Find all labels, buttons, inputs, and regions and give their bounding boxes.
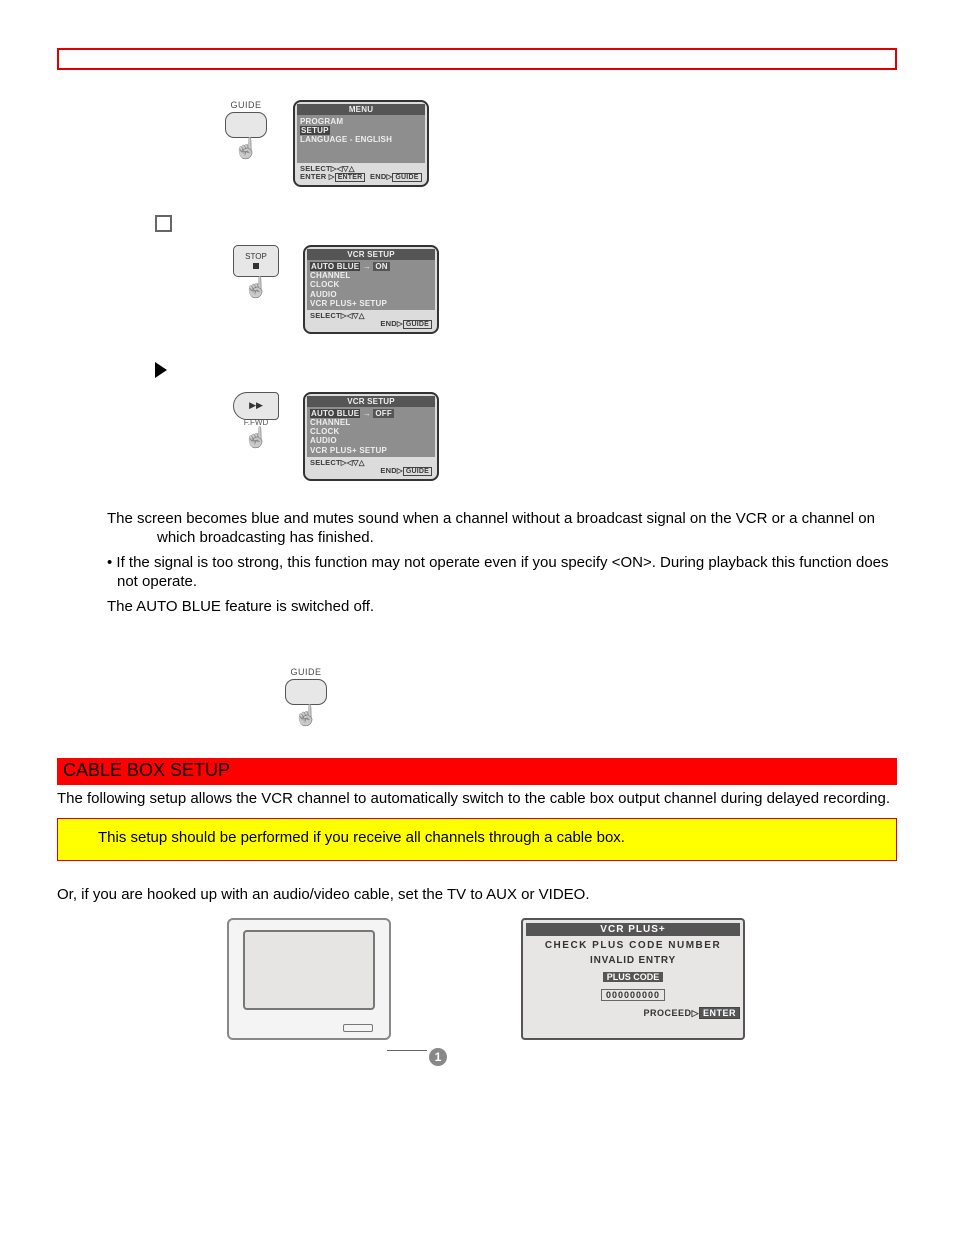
step-3: ▶▶ F.FWD ☝ VCR SETUP AUTO BLUE → OFF CHA… [57, 362, 897, 481]
step-2: STOP ☝ VCR SETUP AUTO BLUE → ON CHANNEL … [57, 215, 897, 334]
play-mark-icon [155, 362, 167, 382]
notes-bullet: • If the signal is too strong, this func… [117, 553, 897, 591]
menu-item: CHANNEL [310, 271, 432, 280]
osd-footer: SELECT▷◁▽△ END▷GUIDE [307, 457, 435, 477]
osd-menu: MENU PROGRAM SETUP LANGUAGE - ENGLISH SE… [293, 100, 429, 187]
remote-guide-label: GUIDE [230, 100, 261, 110]
menu-item: PROGRAM [300, 117, 422, 126]
pluscode-footer: PROCEED▷ENTER [526, 1008, 740, 1019]
callout-leader [387, 1050, 427, 1052]
remote-guide-button: GUIDE ☝ [217, 100, 275, 161]
page: GUIDE ☝ MENU PROGRAM SETUP LANGUAGE - EN… [57, 48, 897, 1040]
menu-item: CHANNEL [310, 418, 432, 427]
section-heading: CABLE BOX SETUP [57, 758, 897, 785]
guide-label: GUIDE [290, 667, 321, 677]
step-1: GUIDE ☝ MENU PROGRAM SETUP LANGUAGE - EN… [57, 100, 897, 187]
menu-item: LANGUAGE - ENGLISH [300, 135, 422, 144]
remote-stop-button: STOP ☝ [227, 245, 285, 300]
hand-icon: ☝ [244, 275, 269, 300]
red-title-bar [57, 48, 897, 70]
osd-menu-body: PROGRAM SETUP LANGUAGE - ENGLISH [297, 115, 425, 163]
osd-vcr-setup-off: VCR SETUP AUTO BLUE → OFF CHANNEL CLOCK … [303, 392, 439, 481]
hand-icon: ☝ [234, 136, 259, 161]
stop-key-icon: STOP [233, 245, 279, 277]
osd-footer: SELECT▷◁▽△ END▷GUIDE [307, 310, 435, 330]
remote-ffwd-button: ▶▶ F.FWD ☝ [227, 392, 285, 450]
yellow-note: This setup should be performed if you re… [57, 818, 897, 861]
osd-vcr-setup-on: VCR SETUP AUTO BLUE → ON CHANNEL CLOCK A… [303, 245, 439, 334]
menu-item-selected: AUTO BLUE → ON [310, 262, 432, 271]
pluscode-row1: CHECK PLUS CODE NUMBER [526, 940, 740, 951]
menu-item: AUDIO [310, 290, 432, 299]
section-body: The following setup allows the VCR chann… [57, 789, 897, 808]
osd-menu-title: MENU [297, 104, 425, 115]
callout-badge: 1 [429, 1048, 447, 1066]
osd-footer: SELECT▷◁▽△ ENTER ▷ENTER END▷GUIDE [297, 163, 425, 183]
notes-paragraph: The screen becomes blue and mutes sound … [107, 509, 897, 547]
stop-mark-icon [155, 215, 172, 236]
menu-item: CLOCK [310, 427, 432, 436]
osd-title: VCR SETUP [307, 396, 435, 407]
aux-line: Or, if you are hooked up with an audio/v… [57, 885, 897, 904]
menu-item: VCR PLUS+ SETUP [310, 446, 432, 455]
osd-body: AUTO BLUE → ON CHANNEL CLOCK AUDIO VCR P… [307, 260, 435, 310]
ffwd-key-icon: ▶▶ [233, 392, 279, 420]
hand-icon: ☝ [294, 703, 319, 728]
tv-icon [227, 918, 391, 1040]
pluscode-digits: 000000000 [601, 989, 665, 1001]
guide-key-icon [225, 112, 267, 138]
hand-icon: ☝ [244, 425, 269, 450]
menu-item: AUDIO [310, 436, 432, 445]
pluscode-row2: INVALID ENTRY [526, 955, 740, 966]
guide-key-icon [285, 679, 327, 705]
pluscode-osd: VCR PLUS+ CHECK PLUS CODE NUMBER INVALID… [521, 918, 745, 1040]
pluscode-label: PLUS CODE [603, 972, 664, 982]
osd-body: AUTO BLUE → OFF CHANNEL CLOCK AUDIO VCR … [307, 407, 435, 457]
osd-title: VCR SETUP [307, 249, 435, 260]
menu-item-selected: AUTO BLUE → OFF [310, 409, 432, 418]
notes-line3: The AUTO BLUE feature is switched off. [107, 597, 897, 616]
menu-item: SETUP [300, 126, 422, 135]
tv-figure-row: 1 VCR PLUS+ CHECK PLUS CODE NUMBER INVAL… [227, 918, 897, 1040]
pluscode-title: VCR PLUS+ [526, 923, 740, 936]
menu-item: CLOCK [310, 280, 432, 289]
remote-guide-button-2: GUIDE ☝ [277, 667, 335, 728]
menu-item: VCR PLUS+ SETUP [310, 299, 432, 308]
yellow-note-text: This setup should be performed if you re… [98, 829, 625, 846]
